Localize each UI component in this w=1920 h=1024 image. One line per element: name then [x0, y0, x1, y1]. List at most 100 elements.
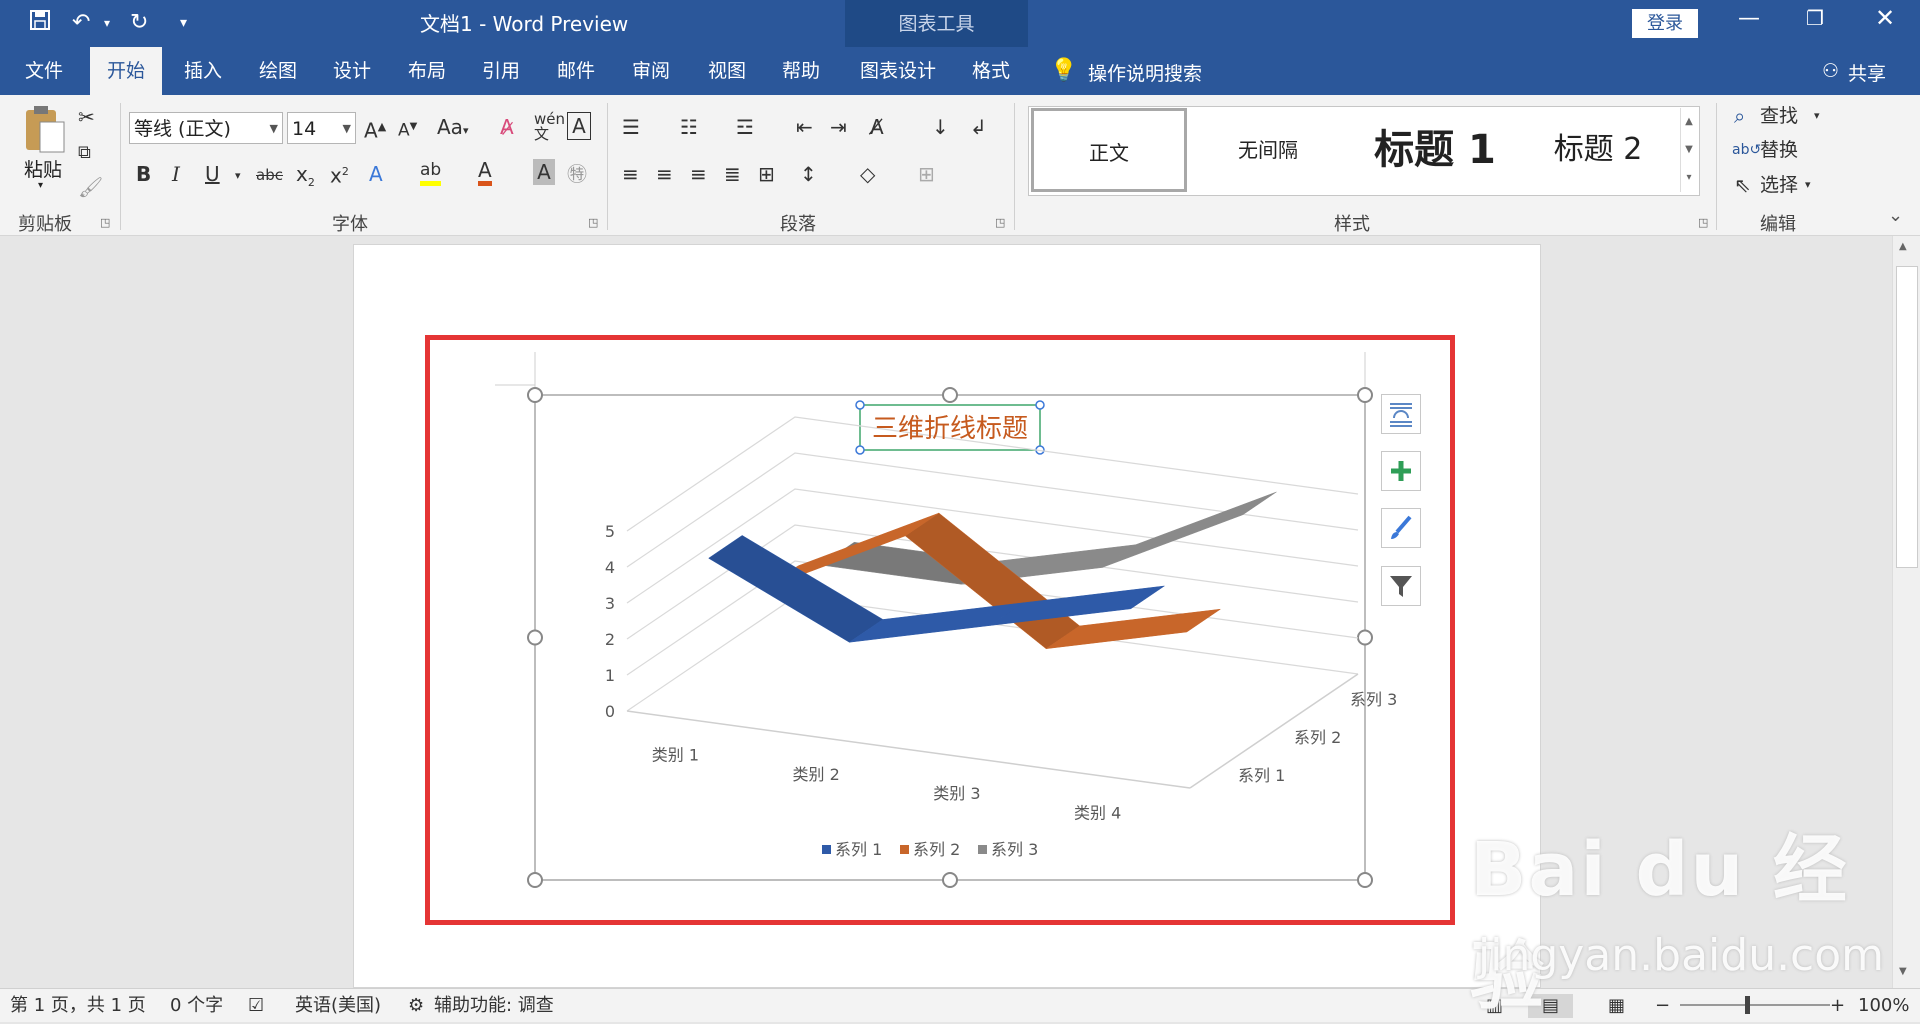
- share-button[interactable]: 共享: [1848, 59, 1886, 86]
- styles-launcher-icon[interactable]: ◳: [1698, 216, 1708, 229]
- tab-mailings[interactable]: 邮件: [541, 47, 611, 95]
- save-icon[interactable]: [28, 8, 52, 41]
- restore-icon[interactable]: ❐: [1806, 6, 1824, 30]
- shrink-font-icon[interactable]: A▼: [398, 112, 417, 146]
- style-normal[interactable]: 正文: [1031, 108, 1187, 192]
- layout-options-button[interactable]: [1381, 394, 1421, 434]
- tell-me-search[interactable]: 操作说明搜索: [1088, 59, 1202, 86]
- undo-dropdown-icon[interactable]: ▾: [104, 8, 110, 38]
- align-left-icon[interactable]: ≡: [622, 159, 639, 189]
- status-page[interactable]: 第 1 页，共 1 页: [10, 994, 146, 1018]
- clear-formatting-icon[interactable]: A̷: [500, 112, 514, 142]
- grow-font-icon[interactable]: A▲: [364, 112, 386, 146]
- select-cursor-icon[interactable]: ⇖: [1734, 170, 1751, 200]
- customize-quick-access-icon[interactable]: ▾: [180, 8, 187, 38]
- bullets-icon[interactable]: ☰: [622, 112, 640, 142]
- paragraph-launcher-icon[interactable]: ◳: [995, 216, 1005, 229]
- show-marks-icon[interactable]: ↲: [970, 112, 987, 142]
- proofing-icon[interactable]: ☑: [248, 994, 264, 1018]
- font-color-icon[interactable]: A: [478, 159, 492, 186]
- accessibility-icon[interactable]: ⚙: [408, 994, 424, 1018]
- find-icon[interactable]: ⌕: [1734, 101, 1745, 131]
- share-icon[interactable]: ⚇: [1822, 60, 1839, 82]
- align-center-icon[interactable]: ≡: [656, 159, 673, 189]
- style-heading-1[interactable]: 标题 1: [1350, 108, 1520, 192]
- replace-icon[interactable]: ab↺: [1732, 135, 1761, 165]
- phonetic-guide-icon[interactable]: wén 文: [534, 112, 565, 142]
- underline-dropdown-icon[interactable]: ▾: [235, 161, 241, 191]
- close-icon[interactable]: ✕: [1875, 4, 1895, 32]
- collapse-ribbon-icon[interactable]: ⌄: [1888, 205, 1903, 226]
- styles-scroll[interactable]: ▲ ▼ ▾: [1680, 108, 1697, 192]
- strikethrough-icon[interactable]: abc: [256, 160, 283, 190]
- tab-references[interactable]: 引用: [466, 47, 536, 95]
- italic-icon[interactable]: I: [172, 159, 180, 189]
- enclose-characters-icon[interactable]: ㊕: [567, 159, 587, 189]
- tab-insert[interactable]: 插入: [168, 47, 238, 95]
- tab-draw[interactable]: 绘图: [243, 47, 313, 95]
- scroll-thumb[interactable]: [1896, 266, 1918, 568]
- tab-layout[interactable]: 布局: [392, 47, 462, 95]
- chart-filters-button[interactable]: [1381, 566, 1421, 606]
- asian-layout-icon[interactable]: A̸: [870, 112, 884, 142]
- bold-icon[interactable]: B: [136, 159, 151, 189]
- tab-review[interactable]: 审阅: [616, 47, 686, 95]
- numbering-icon[interactable]: ☷: [680, 112, 698, 142]
- subscript-icon[interactable]: x2: [296, 159, 315, 198]
- find-button[interactable]: 查找: [1760, 101, 1798, 131]
- redo-icon[interactable]: ↻: [130, 8, 148, 38]
- font-name-select[interactable]: 等线 (正文) ▼: [129, 112, 283, 144]
- tab-view[interactable]: 视图: [692, 47, 762, 95]
- chart-styles-button[interactable]: [1381, 508, 1421, 548]
- text-effects-icon[interactable]: A: [369, 159, 383, 189]
- borders-icon[interactable]: ⊞: [918, 159, 935, 189]
- change-case-icon[interactable]: Aa▾: [437, 112, 468, 146]
- paste-icon[interactable]: [24, 104, 66, 158]
- highlight-icon[interactable]: ab: [420, 159, 442, 186]
- font-name-value: 等线 (正文): [134, 118, 231, 140]
- font-size-select[interactable]: 14 ▼: [287, 112, 356, 144]
- shading-icon[interactable]: ◇: [860, 159, 875, 189]
- increase-indent-icon[interactable]: ⇥: [830, 112, 847, 142]
- status-language[interactable]: 英语(美国): [295, 994, 381, 1018]
- tab-help[interactable]: 帮助: [766, 47, 836, 95]
- style-heading-2[interactable]: 标题 2: [1520, 108, 1676, 192]
- select-button[interactable]: 选择: [1760, 170, 1798, 200]
- align-right-icon[interactable]: ≡: [690, 159, 707, 189]
- status-words[interactable]: 0 个字: [170, 994, 223, 1018]
- window-title: 文档1 - Word Preview: [420, 12, 629, 36]
- tab-chart-design[interactable]: 图表设计: [850, 47, 946, 95]
- chart-elements-button[interactable]: [1381, 451, 1421, 491]
- tab-home[interactable]: 开始: [90, 47, 162, 95]
- tab-format[interactable]: 格式: [956, 47, 1026, 95]
- undo-icon[interactable]: ↶: [72, 8, 90, 38]
- replace-button[interactable]: 替换: [1760, 135, 1798, 165]
- justify-icon[interactable]: ≣: [724, 159, 741, 189]
- font-launcher-icon[interactable]: ◳: [588, 216, 598, 229]
- cut-icon[interactable]: ✂: [78, 102, 95, 132]
- paste-button[interactable]: 粘贴: [24, 155, 62, 182]
- copy-icon[interactable]: ⧉: [78, 138, 91, 168]
- paste-dropdown-icon[interactable]: ▾: [38, 180, 43, 191]
- login-button[interactable]: 登录: [1632, 9, 1698, 38]
- underline-icon[interactable]: U: [205, 159, 220, 189]
- line-spacing-icon[interactable]: ↕: [800, 159, 817, 189]
- format-painter-icon[interactable]: 🖌: [78, 172, 103, 202]
- minimize-icon[interactable]: —: [1738, 6, 1760, 31]
- clipboard-launcher-icon[interactable]: ◳: [100, 216, 110, 229]
- superscript-icon[interactable]: x2: [330, 157, 349, 191]
- character-border-icon[interactable]: A: [567, 112, 591, 140]
- scroll-up-icon[interactable]: ▲: [1899, 241, 1907, 252]
- sort-icon[interactable]: ↓: [932, 112, 949, 142]
- select-dropdown-icon[interactable]: ▾: [1805, 170, 1811, 200]
- distributed-icon[interactable]: ⊞: [758, 159, 775, 189]
- tab-design[interactable]: 设计: [317, 47, 387, 95]
- character-shading-icon[interactable]: A: [533, 159, 555, 185]
- decrease-indent-icon[interactable]: ⇤: [796, 112, 813, 142]
- multilevel-list-icon[interactable]: ☲: [736, 112, 754, 142]
- tab-file[interactable]: 文件: [12, 47, 76, 95]
- style-no-spacing[interactable]: 无间隔: [1190, 108, 1346, 192]
- watermark-url: jingyan.baidu.com: [1478, 930, 1885, 981]
- status-accessibility[interactable]: 辅助功能: 调查: [434, 994, 554, 1018]
- find-dropdown-icon[interactable]: ▾: [1814, 101, 1820, 131]
